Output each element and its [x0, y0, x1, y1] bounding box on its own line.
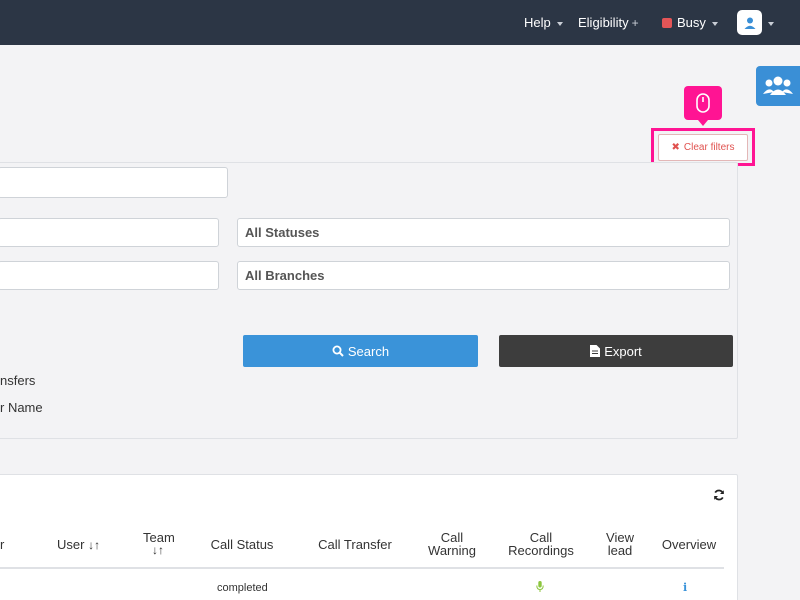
call-status-cell: completed [217, 582, 268, 594]
filter-text-input[interactable] [0, 167, 228, 198]
eligibility-label: Eligibility [578, 14, 629, 30]
chevron-down-icon [768, 21, 774, 26]
mouse-icon [696, 93, 710, 113]
column-header-call-recordings[interactable]: Call Recordings [505, 531, 577, 557]
call-recordings-line-2: Recordings [508, 543, 574, 558]
file-icon [590, 345, 601, 357]
status-label: Busy [677, 14, 706, 30]
chevron-down-icon [556, 21, 563, 26]
mouse-click-indicator [684, 86, 722, 126]
clear-filters-button[interactable]: ✖ Clear filters [658, 134, 748, 161]
clear-filters-label: Clear filters [683, 142, 735, 153]
info-icon[interactable]: i [683, 581, 687, 594]
table-header-divider [0, 567, 724, 569]
export-button[interactable]: Export [499, 335, 733, 367]
users-icon [763, 76, 793, 95]
plus-icon: + [631, 15, 639, 30]
status-menu[interactable]: Busy [662, 0, 718, 45]
help-label: Help [524, 14, 551, 30]
branch-select-value: All Branches [245, 268, 325, 283]
refresh-icon[interactable] [713, 489, 725, 501]
sort-icon: ↓↑ [152, 543, 164, 557]
branch-select[interactable]: All Branches [237, 261, 730, 290]
search-icon [332, 345, 344, 357]
column-header-overview[interactable]: Overview [660, 538, 718, 551]
export-label: Export [604, 343, 642, 359]
avatar [737, 10, 762, 35]
top-navbar: Help Eligibility + Busy [0, 0, 800, 45]
column-header-partial[interactable]: r [0, 538, 4, 551]
user-menu[interactable] [737, 0, 774, 45]
chevron-down-icon [711, 21, 718, 26]
column-header-call-transfer[interactable]: Call Transfer [315, 538, 395, 551]
option-transfers-label[interactable]: nsfers [0, 373, 35, 388]
search-button[interactable]: Search [243, 335, 478, 367]
sort-icon: ↓↑ [88, 538, 101, 552]
filter-panel [0, 162, 738, 439]
column-header-team[interactable]: Team ↓↑ [143, 531, 175, 557]
user-header-label: User [57, 537, 85, 552]
status-select-value: All Statuses [245, 225, 320, 240]
filter-select-left-2[interactable] [0, 261, 219, 290]
user-icon [744, 17, 755, 29]
busy-status-icon [662, 17, 672, 28]
team-panel-button[interactable] [756, 66, 800, 106]
column-header-view-lead[interactable]: View lead [598, 531, 642, 557]
column-header-call-warning[interactable]: Call Warning [422, 531, 482, 557]
option-name-label[interactable]: r Name [0, 400, 43, 415]
view-lead-line-2: lead [607, 543, 633, 558]
microphone-icon[interactable] [536, 581, 544, 592]
call-warning-line-2: Warning [428, 543, 476, 558]
status-select[interactable]: All Statuses [237, 218, 730, 247]
help-menu[interactable]: Help [524, 0, 563, 45]
column-header-user[interactable]: User ↓↑ [57, 538, 100, 552]
column-header-call-status[interactable]: Call Status [207, 538, 277, 551]
filter-select-left-1[interactable] [0, 218, 219, 247]
eligibility-menu[interactable]: Eligibility + [578, 0, 639, 45]
search-label: Search [347, 343, 390, 359]
times-icon: ✖ [671, 142, 680, 153]
